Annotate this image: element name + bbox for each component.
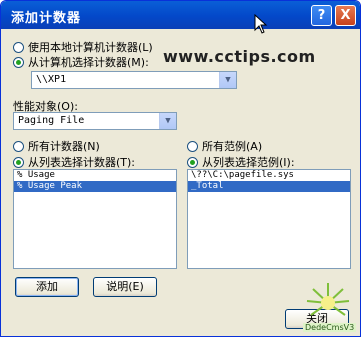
all-counters-label: 所有计数器(N) (28, 140, 100, 153)
list-item[interactable]: _Total (188, 181, 350, 192)
add-button[interactable]: 添加 (15, 277, 79, 297)
local-counters-label: 使用本地计算机计数器(L) (28, 41, 153, 54)
remote-counters-radio[interactable] (13, 56, 24, 68)
title-bar: 添加计数器 ? X (1, 1, 360, 29)
list-item[interactable]: % Usage (14, 170, 176, 181)
window-title: 添加计数器 (11, 11, 82, 26)
watermark-text: www.cctips.com (163, 47, 316, 66)
select-counters-option[interactable]: 从列表选择计数器(T): (13, 154, 135, 170)
close-window-button[interactable]: X (335, 5, 356, 26)
computer-value: \\XP1 (36, 74, 67, 85)
all-counters-option[interactable]: 所有计数器(N) (13, 138, 100, 154)
perf-object-combobox[interactable]: Paging File ▼ (13, 112, 177, 130)
remote-counters-option[interactable]: 从计算机选择计数器(M): (13, 54, 149, 70)
select-counters-label: 从列表选择计数器(T): (28, 156, 136, 169)
counters-listbox[interactable]: % Usage % Usage Peak (13, 169, 177, 269)
logo-text: DedeCmsV3 (303, 323, 357, 332)
select-counters-radio[interactable] (13, 156, 24, 168)
local-counters-radio[interactable] (13, 41, 24, 53)
perf-object-value: Paging File (18, 115, 85, 126)
select-instances-option[interactable]: 从列表选择范例(I): (187, 154, 295, 170)
local-counters-option[interactable]: 使用本地计算机计数器(L) (13, 39, 153, 55)
chevron-down-icon[interactable]: ▼ (219, 72, 236, 88)
help-button[interactable]: ? (311, 5, 332, 26)
computer-combobox[interactable]: \\XP1 ▼ (31, 71, 237, 89)
select-instances-label: 从列表选择范例(I): (202, 156, 295, 169)
all-instances-label: 所有范例(A) (202, 140, 263, 153)
instances-listbox[interactable]: \??\C:\pagefile.sys _Total (187, 169, 351, 269)
all-instances-option[interactable]: 所有范例(A) (187, 138, 262, 154)
chevron-down-icon[interactable]: ▼ (159, 113, 176, 129)
all-counters-radio[interactable] (13, 140, 24, 152)
mouse-pointer-icon (254, 14, 268, 34)
add-counters-dialog: 添加计数器 ? X 使用本地计算机计数器(L) 从计算机选择计数器(M): ww… (0, 0, 361, 337)
list-item[interactable]: \??\C:\pagefile.sys (188, 170, 350, 181)
explain-button[interactable]: 说明(E) (93, 277, 157, 297)
remote-counters-label: 从计算机选择计数器(M): (28, 56, 149, 69)
all-instances-radio[interactable] (187, 140, 198, 152)
list-item[interactable]: % Usage Peak (14, 181, 176, 192)
select-instances-radio[interactable] (187, 156, 198, 168)
